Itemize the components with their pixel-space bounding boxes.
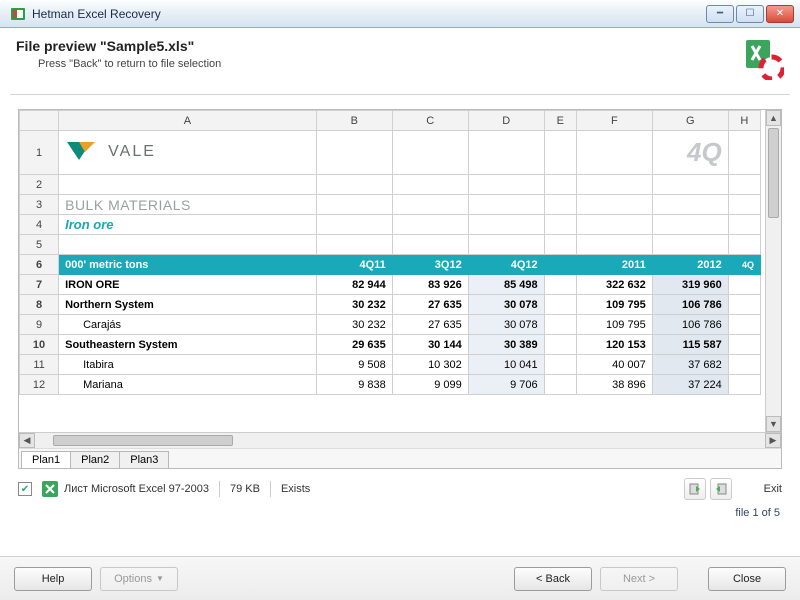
close-window-button[interactable]: ✕ [766, 5, 794, 23]
row-header[interactable]: 11 [20, 355, 59, 375]
file-checkbox[interactable]: ✔ [18, 482, 32, 496]
col-header[interactable]: C [392, 111, 468, 131]
scroll-thumb[interactable] [53, 435, 233, 446]
vale-logo-icon [65, 138, 105, 167]
col-header[interactable]: A [59, 111, 317, 131]
row-header[interactable]: 10 [20, 335, 59, 355]
help-button[interactable]: Help [14, 567, 92, 591]
corner-cell[interactable] [20, 111, 59, 131]
row-header[interactable]: 7 [20, 275, 59, 295]
page-title: File preview "Sample5.xls" [16, 38, 221, 54]
exit-link[interactable]: Exit [764, 483, 782, 495]
filesize-label: 79 KB [230, 483, 260, 495]
cell[interactable]: VALE [59, 131, 317, 175]
scroll-right-icon[interactable]: ▶ [765, 433, 781, 448]
row-header[interactable]: 8 [20, 295, 59, 315]
maximize-button[interactable]: ☐ [736, 5, 764, 23]
sheet-tab[interactable]: Plan1 [21, 451, 71, 468]
row-header[interactable]: 9 [20, 315, 59, 335]
xls-file-icon [42, 481, 58, 497]
next-button: Next > [600, 567, 678, 591]
options-button[interactable]: Options▼ [100, 567, 178, 591]
cell[interactable]: Southeastern System [59, 335, 317, 355]
back-button[interactable]: < Back [514, 567, 592, 591]
header: File preview "Sample5.xls" Press "Back" … [0, 28, 800, 94]
filestate-label: Exists [281, 483, 310, 495]
table-row: 12Mariana9 8389 0999 70638 89637 224 [20, 375, 761, 395]
cell[interactable]: Mariana [59, 375, 317, 395]
close-button[interactable]: Close [708, 567, 786, 591]
horizontal-scrollbar[interactable]: ◀ ▶ [19, 432, 781, 448]
scroll-left-icon[interactable]: ◀ [19, 433, 35, 448]
app-icon [10, 6, 26, 22]
scroll-thumb[interactable] [768, 128, 779, 218]
logo-text: VALE [108, 143, 156, 160]
window-title: Hetman Excel Recovery [32, 7, 706, 21]
row-header[interactable]: 12 [20, 375, 59, 395]
col-header[interactable]: B [316, 111, 392, 131]
prev-file-icon[interactable] [684, 478, 706, 500]
scroll-down-icon[interactable]: ▼ [766, 416, 781, 432]
table-row: 8Northern System30 23227 63530 078109 79… [20, 295, 761, 315]
sheet-tab[interactable]: Plan3 [119, 451, 169, 468]
status-bar: ✔ Лист Microsoft Excel 97-2003 79 KB Exi… [18, 475, 782, 503]
sheet-tabs: Plan1 Plan2 Plan3 [19, 448, 781, 468]
table-row: 9Carajás30 23227 63530 078109 795106 786 [20, 315, 761, 335]
window-controls: ━ ☐ ✕ [706, 5, 794, 23]
filetype-label: Лист Microsoft Excel 97-2003 [64, 483, 209, 495]
cell[interactable]: Northern System [59, 295, 317, 315]
table-row: 10Southeastern System29 63530 14430 3891… [20, 335, 761, 355]
col-header[interactable]: H [728, 111, 760, 131]
chevron-down-icon: ▼ [156, 574, 164, 583]
next-file-icon[interactable] [710, 478, 732, 500]
footer: Help Options▼ < Back Next > Close [0, 556, 800, 600]
file-counter: file 1 of 5 [0, 507, 780, 519]
units-label[interactable]: 000' metric tons [59, 255, 317, 275]
col-header[interactable]: D [468, 111, 544, 131]
minimize-button[interactable]: ━ [706, 5, 734, 23]
table-row: 11Itabira9 50810 30210 04140 00737 682 [20, 355, 761, 375]
row-header[interactable]: 1 [20, 131, 59, 175]
watermark-text: 4Q [652, 131, 728, 175]
spreadsheet-grid: A B C D E F G H 1 VALE 4Q [19, 110, 761, 395]
col-header[interactable]: E [544, 111, 576, 131]
cell[interactable]: Itabira [59, 355, 317, 375]
subsection-title[interactable]: Iron ore [59, 215, 317, 235]
section-title[interactable]: BULK MATERIALS [59, 195, 317, 215]
spreadsheet-preview: A B C D E F G H 1 VALE 4Q [18, 109, 782, 469]
cell[interactable]: IRON ORE [59, 275, 317, 295]
table-row: 7IRON ORE82 94483 92685 498322 632319 96… [20, 275, 761, 295]
cell[interactable]: Carajás [59, 315, 317, 335]
sheet-tab[interactable]: Plan2 [70, 451, 120, 468]
titlebar: Hetman Excel Recovery ━ ☐ ✕ [0, 0, 800, 28]
vertical-scrollbar[interactable]: ▲ ▼ [765, 110, 781, 432]
excel-lifebuoy-icon [742, 38, 784, 80]
col-header[interactable]: F [576, 111, 652, 131]
page-subtitle: Press "Back" to return to file selection [38, 58, 221, 70]
scroll-up-icon[interactable]: ▲ [766, 110, 781, 126]
col-header[interactable]: G [652, 111, 728, 131]
